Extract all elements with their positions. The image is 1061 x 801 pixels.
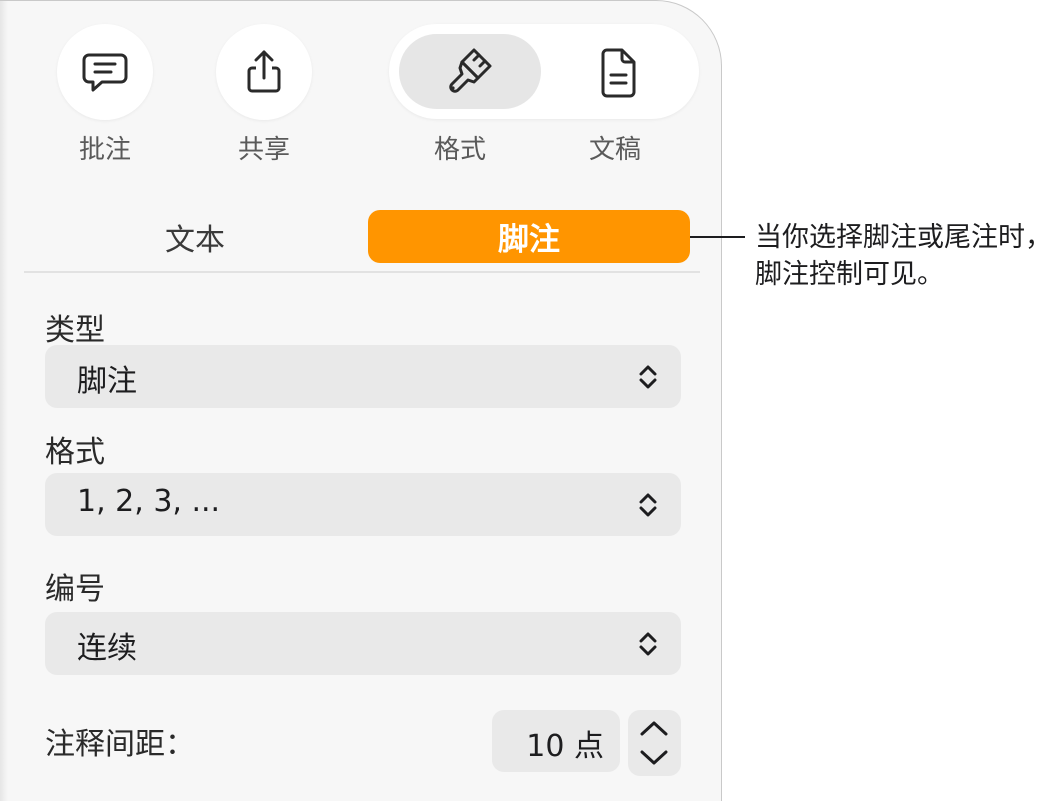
document-label: 文稿 — [588, 135, 641, 165]
up-down-chevron-icon — [639, 632, 657, 656]
format-value: 1, 2, 3, ... — [77, 484, 221, 519]
up-down-chevron-icon — [639, 365, 657, 389]
callout-leader-line — [690, 236, 745, 238]
type-value: 脚注 — [77, 364, 137, 399]
note-spacing-value: 10 点 — [526, 729, 604, 764]
type-label: 类型 — [45, 313, 105, 348]
format-inspector-panel: 批注 共享 格式 文稿 文本 脚注 类型 脚注 格式 1, 2, 3, ... … — [0, 0, 722, 801]
comment-label: 批注 — [78, 135, 131, 165]
document-icon[interactable] — [589, 43, 649, 103]
share-icon — [247, 50, 281, 93]
panel-edge-shadow — [0, 1, 8, 801]
stepper-up-icon[interactable] — [638, 718, 670, 738]
tab-footnote[interactable]: 脚注 — [368, 210, 690, 263]
format-popup[interactable]: 1, 2, 3, ... — [45, 473, 681, 536]
numbering-popup[interactable]: 连续 — [45, 612, 681, 675]
callout-text: 当你选择脚注或尾注时， 脚注控制可见。 — [755, 219, 1055, 293]
paintbrush-icon — [440, 41, 500, 101]
share-label: 共享 — [237, 135, 290, 165]
numbering-value: 连续 — [77, 631, 137, 666]
type-popup[interactable]: 脚注 — [45, 345, 681, 408]
note-spacing-stepper[interactable] — [628, 710, 681, 776]
up-down-chevron-icon — [639, 493, 657, 517]
share-button[interactable] — [216, 24, 312, 120]
tab-text[interactable]: 文本 — [100, 215, 290, 259]
tab-divider — [24, 271, 700, 273]
numbering-label: 编号 — [45, 572, 105, 607]
note-spacing-field[interactable]: 10 点 — [492, 710, 620, 772]
note-spacing-label: 注释间距： — [45, 727, 195, 762]
callout-line-2: 脚注控制可见。 — [755, 259, 944, 290]
format-label: 格式 — [433, 135, 486, 165]
format-section-label: 格式 — [45, 435, 105, 470]
stepper-down-icon[interactable] — [638, 748, 670, 768]
speech-bubble-icon — [82, 53, 128, 92]
comment-button[interactable] — [57, 24, 153, 120]
callout-line-1: 当你选择脚注或尾注时， — [755, 222, 1052, 253]
